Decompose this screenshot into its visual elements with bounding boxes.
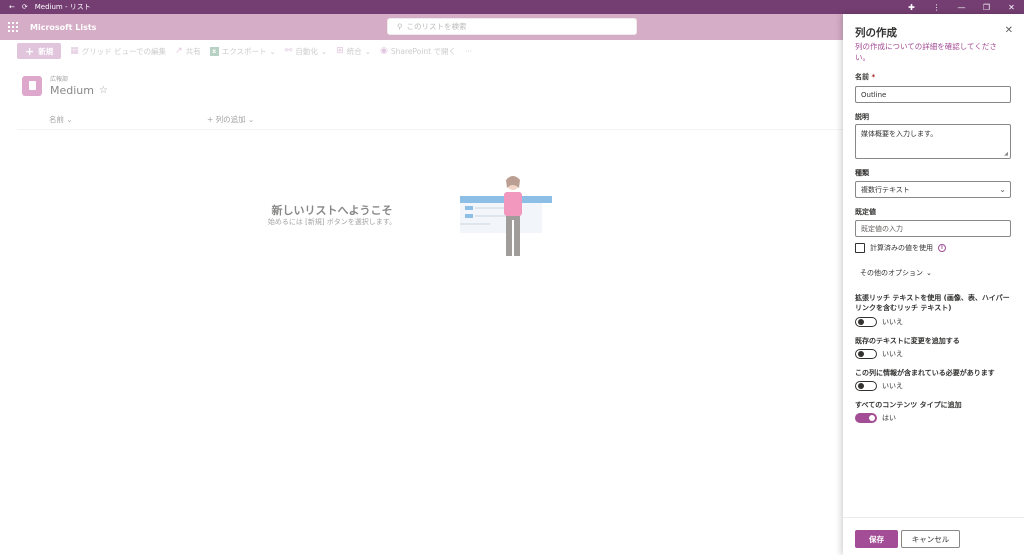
append-changes-toggle[interactable]: [855, 349, 877, 359]
plus-icon: +: [25, 44, 35, 58]
chevron-down-icon: ⌄: [320, 46, 328, 56]
main-content: 広報部 Medium ☆ 名前 ⌄ + 列の追加 ⌄: [0, 62, 843, 555]
empty-state-subtitle: 始めるには [新規] ボタンを選択します。: [267, 218, 397, 226]
window-title: Medium - リスト: [34, 3, 91, 11]
back-arrow-icon[interactable]: ←: [9, 3, 15, 11]
description-field[interactable]: 媒体概要を入力します。 ◢: [855, 124, 1011, 159]
window-titlebar: ← ⟳ Medium - リスト ✚ ⋮ — ❐ ✕: [0, 0, 1024, 14]
column-header-name[interactable]: 名前 ⌄: [49, 114, 73, 125]
rich-text-toggle[interactable]: [855, 317, 877, 327]
automate-button[interactable]: ⚯ 自動化 ⌄: [285, 46, 327, 57]
rich-text-label: 拡張リッチ テキストを使用 (画像、表、ハイパーリンクを含むリッチ テキスト): [855, 294, 1010, 312]
flow-icon: ⚯: [284, 46, 293, 56]
search-icon: ⚲: [397, 22, 403, 31]
minimize-button[interactable]: —: [949, 3, 974, 12]
more-options-button[interactable]: その他のオプション ⌄: [860, 268, 932, 278]
panel-title: 列の作成: [855, 27, 897, 39]
description-label: 説明: [855, 113, 869, 121]
new-button[interactable]: + 新規: [17, 43, 62, 59]
name-field[interactable]: Outline: [855, 86, 1011, 103]
empty-state-title: 新しいリストへようこそ: [271, 204, 393, 217]
append-changes-label: 既存のテキストに変更を追加する: [855, 337, 960, 345]
refresh-icon[interactable]: ⟳: [22, 3, 28, 11]
search-input[interactable]: ⚲ このリストを検索: [387, 18, 637, 35]
type-dropdown[interactable]: 複数行テキスト ⌄: [855, 181, 1011, 198]
all-content-types-row: はい: [855, 413, 896, 423]
chevron-down-icon: ⌄: [269, 46, 276, 56]
info-icon[interactable]: i: [938, 244, 946, 252]
chevron-down-icon: ⌄: [926, 269, 932, 277]
close-icon[interactable]: ✕: [1005, 25, 1013, 36]
require-info-label: この列に情報が含まれている必要があります: [855, 369, 995, 377]
calculated-value-checkbox[interactable]: [855, 243, 865, 253]
type-label: 種類: [855, 169, 869, 177]
excel-icon: x: [209, 46, 219, 56]
favorite-star-icon[interactable]: ☆: [99, 85, 108, 96]
grid-icon: ▦: [70, 46, 79, 56]
waffle-icon: [8, 22, 18, 32]
extensions-icon[interactable]: ✚: [899, 3, 924, 12]
more-horizontal-icon: ···: [465, 46, 473, 56]
list-header: 広報部 Medium ☆: [22, 74, 108, 97]
calculated-value-row: 計算済みの値を使用 i: [855, 243, 946, 253]
share-button[interactable]: ↗ 共有: [175, 46, 201, 57]
append-changes-row: いいえ: [855, 349, 903, 359]
add-column-button[interactable]: + 列の追加 ⌄: [207, 114, 254, 125]
search-placeholder: このリストを検索: [406, 22, 467, 31]
site-name[interactable]: 広報部: [50, 74, 108, 83]
app-launcher-button[interactable]: [0, 14, 26, 40]
default-value-input[interactable]: 既定値の入力: [855, 220, 1011, 237]
grid-edit-button[interactable]: ▦ グリッド ビューでの編集: [70, 46, 166, 57]
open-sharepoint-button[interactable]: ◉ SharePoint で開く: [380, 46, 456, 57]
sharepoint-icon: ◉: [379, 46, 388, 56]
create-column-panel: 列の作成 ✕ 列の作成についての詳細を確認してください。 名前 * Outlin…: [843, 14, 1024, 555]
app-name[interactable]: Microsoft Lists: [30, 23, 96, 32]
chevron-down-icon: ⌄: [999, 185, 1006, 194]
rich-text-row: いいえ: [855, 317, 903, 327]
list-icon: [22, 75, 42, 96]
export-button[interactable]: x エクスポート ⌄: [209, 46, 276, 57]
integrate-icon: ⊞: [336, 46, 344, 56]
close-window-button[interactable]: ✕: [999, 3, 1024, 12]
all-content-types-toggle[interactable]: [855, 413, 877, 423]
help-link[interactable]: 列の作成についての詳細を確認してください。: [855, 41, 1011, 63]
more-commands-button[interactable]: ···: [465, 47, 472, 56]
maximize-button[interactable]: ❐: [974, 3, 999, 12]
all-content-types-label: すべてのコンテンツ タイプに追加: [855, 401, 962, 409]
default-value-label: 既定値: [855, 208, 876, 216]
name-label: 名前 *: [855, 73, 876, 81]
column-header-row: 名前 ⌄ + 列の追加 ⌄: [17, 109, 843, 130]
resize-handle-icon[interactable]: ◢: [1004, 151, 1008, 157]
more-vertical-icon[interactable]: ⋮: [924, 3, 949, 12]
require-info-row: いいえ: [855, 381, 903, 391]
save-button[interactable]: 保存: [855, 530, 898, 548]
require-info-toggle[interactable]: [855, 381, 877, 391]
chevron-down-icon: ⌄: [364, 46, 371, 56]
cancel-button[interactable]: キャンセル: [901, 530, 960, 548]
integrate-button[interactable]: ⊞ 統合 ⌄: [336, 46, 371, 57]
list-title: Medium: [50, 84, 94, 97]
panel-footer: 保存 キャンセル: [843, 517, 1024, 555]
share-icon: ↗: [175, 46, 183, 56]
